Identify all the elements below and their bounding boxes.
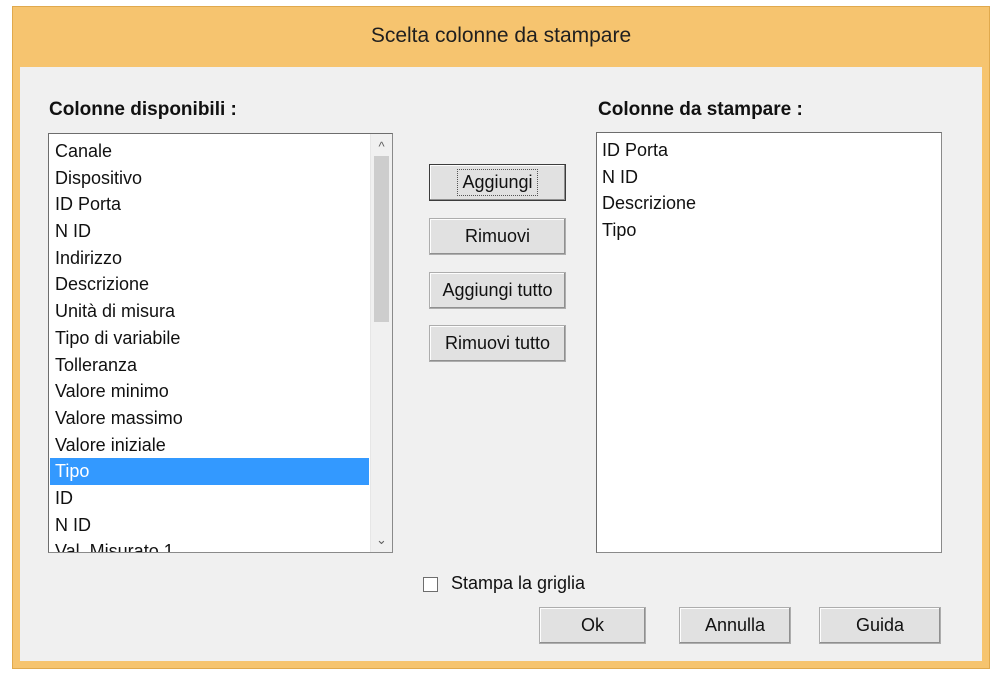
list-item[interactable]: Val. Misurato 1	[50, 538, 369, 552]
list-item[interactable]: Valore minimo	[50, 378, 369, 405]
list-item[interactable]: Tipo di variabile	[50, 325, 369, 352]
list-item[interactable]: Tipo	[50, 458, 369, 485]
list-item[interactable]: Indirizzo	[50, 245, 369, 272]
available-list-scrollbar[interactable]: ^ ⌄	[370, 134, 392, 552]
list-item[interactable]: ID	[50, 485, 369, 512]
cancel-button[interactable]: Annulla	[679, 607, 791, 644]
add-all-button[interactable]: Aggiungi tutto	[429, 272, 566, 309]
scroll-down-icon[interactable]: ⌄	[371, 530, 392, 550]
list-item[interactable]: Descrizione	[597, 190, 937, 217]
list-item[interactable]: Unità di misura	[50, 298, 369, 325]
remove-button[interactable]: Rimuovi	[429, 218, 566, 255]
dialog-window: Scelta colonne da stampare Colonne dispo…	[12, 6, 990, 669]
print-grid-label[interactable]: Stampa la griglia	[451, 573, 585, 594]
list-item[interactable]: N ID	[50, 512, 369, 539]
dialog-client-area: Colonne disponibili : Colonne da stampar…	[20, 67, 982, 661]
print-grid-checkbox[interactable]	[423, 577, 438, 592]
list-item[interactable]: N ID	[597, 164, 937, 191]
list-item[interactable]: Dispositivo	[50, 165, 369, 192]
list-item[interactable]: Descrizione	[50, 271, 369, 298]
scroll-up-icon[interactable]: ^	[371, 136, 392, 156]
list-item[interactable]: Valore massimo	[50, 405, 369, 432]
columns-to-print-label: Colonne da stampare :	[598, 99, 803, 120]
columns-to-print-list[interactable]: ID Porta N ID Descrizione Tipo	[596, 132, 942, 553]
dialog-title: Scelta colonne da stampare	[370, 24, 632, 47]
remove-all-button[interactable]: Rimuovi tutto	[429, 325, 566, 362]
available-columns-list[interactable]: Canale Dispositivo ID Porta N ID Indirizzo De…	[48, 133, 393, 553]
list-item[interactable]: Canale	[50, 138, 369, 165]
add-button[interactable]: Aggiungi	[429, 164, 566, 201]
ok-button[interactable]: Ok	[539, 607, 646, 644]
available-columns-label: Colonne disponibili :	[49, 99, 237, 120]
help-button[interactable]: Guida	[819, 607, 941, 644]
list-item[interactable]: Tipo	[597, 217, 937, 244]
list-item[interactable]: Tolleranza	[50, 352, 369, 379]
list-item[interactable]: N ID	[50, 218, 369, 245]
list-item[interactable]: ID Porta	[50, 191, 369, 218]
title-bar[interactable]: Scelta colonne da stampare	[13, 7, 989, 65]
list-item[interactable]: Valore iniziale	[50, 432, 369, 459]
scrollbar-thumb[interactable]	[374, 156, 389, 322]
list-item[interactable]: ID Porta	[597, 137, 937, 164]
